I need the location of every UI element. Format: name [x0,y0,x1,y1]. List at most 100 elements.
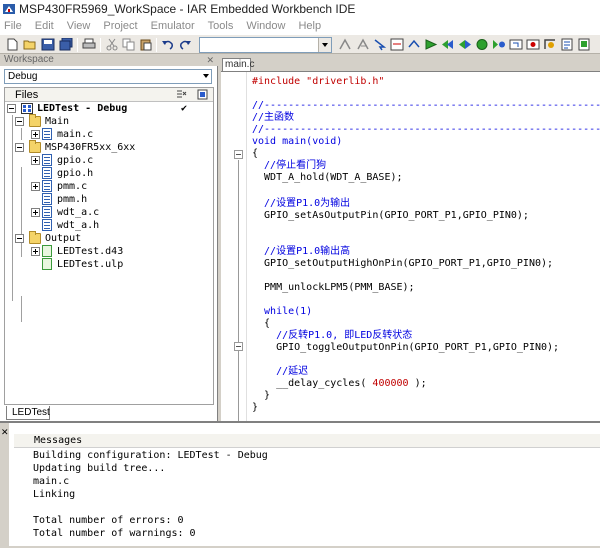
tree-item-folder-output[interactable]: Output [15,231,213,245]
find-icon[interactable] [338,38,352,51]
menu-help[interactable]: Help [298,20,321,32]
code-line: //设置P1.0为输出 [252,198,351,209]
emulator-icon[interactable] [526,38,540,51]
expand-icon[interactable] [31,208,40,217]
configuration-select[interactable]: Debug [4,69,212,84]
tree-item-file[interactable]: main.c [27,128,213,141]
tree-item-label: LEDTest - Debug [37,103,128,114]
fold-marker-icon[interactable] [234,150,243,159]
tree-item-label: Main [45,116,70,127]
find-next-icon[interactable] [356,38,370,51]
code-line: //主函数 [252,112,295,123]
source-file-icon [42,206,52,218]
tree-item-folder-main[interactable]: Main [15,114,213,128]
print-icon[interactable] [82,38,96,51]
find-combo[interactable] [199,37,332,53]
code-line: //--------------------------------------… [252,124,600,135]
tree-item-label: main.c [57,129,94,140]
menu-view[interactable]: View [67,20,91,32]
watch-icon[interactable] [560,38,574,51]
collapse-icon[interactable] [15,234,24,243]
tree-item-file[interactable]: gpio.c [27,154,213,167]
menu-project[interactable]: Project [103,20,137,32]
header-file-icon [42,219,52,231]
make-icon[interactable] [441,38,455,51]
stop-build-icon[interactable] [458,38,472,51]
open-folder-icon[interactable] [23,38,37,51]
workspace-tab-label: LEDTest [12,407,50,418]
editor-gutter [221,72,247,422]
workspace-header: Workspace ✕ [0,54,218,66]
save-icon[interactable] [41,38,55,51]
new-file-icon[interactable] [5,38,19,51]
breakpoints-icon[interactable] [543,38,557,51]
tree-item-file[interactable]: LEDTest.ulp [27,258,213,271]
copy-icon[interactable] [122,38,136,51]
options-column-icon[interactable] [176,89,187,100]
code-line: PMM_unlockLPM5(PMM_BASE); [252,282,415,293]
chevron-down-icon[interactable] [203,74,209,78]
tree-item-project[interactable]: LEDTest - Debug ✔ [7,102,213,115]
paste-icon[interactable] [139,38,153,51]
message-line: main.c [33,476,70,487]
bookmark-column-icon[interactable] [197,89,208,100]
code-line: { [252,318,271,329]
code-line: while(1) [252,306,313,317]
close-icon[interactable]: ✕ [206,54,214,66]
next-bookmark-icon[interactable] [407,38,421,51]
undo-icon[interactable] [161,38,175,51]
tree-item-label: gpio.c [57,155,94,166]
menu-emulator[interactable]: Emulator [151,20,195,32]
menu-edit[interactable]: Edit [35,20,54,32]
go-to-definition-icon[interactable] [373,38,387,51]
tree-item-label: wdt_a.h [57,220,100,231]
toggle-bookmark-icon[interactable] [390,38,404,51]
tree-item-label: Output [45,233,82,244]
expand-icon[interactable] [31,182,40,191]
menu-window[interactable]: Window [246,20,285,32]
register-icon[interactable] [577,38,591,51]
collapse-icon[interactable] [15,143,24,152]
tree-item-file[interactable]: LEDTest.d43 [27,245,213,258]
code-editor[interactable]: #include "driverlib.h" //----------------… [221,71,600,422]
code-line: #include "driverlib.h" [252,76,385,87]
check-icon: ✔ [181,103,188,114]
close-icon[interactable]: ✕ [1,427,9,438]
download-debug-icon[interactable] [492,38,506,51]
menu-file[interactable]: File [4,20,22,32]
chevron-down-icon[interactable] [318,38,331,52]
message-line: Total number of errors: 0 [33,515,184,526]
editor-tab-label: main.c [225,59,255,70]
toggle-breakpoint-icon[interactable] [475,38,489,51]
message-line: Linking [33,489,76,500]
message-line: Total number of warnings: 0 [33,528,196,539]
tree-item-folder-driverlib[interactable]: MSP430FR5xx_6xx [15,140,213,154]
save-all-icon[interactable] [59,38,73,51]
workspace-tab-ledtest[interactable]: LEDTest [6,406,50,420]
code-line: } [252,390,271,401]
tree-item-file[interactable]: wdt_a.h [27,219,213,232]
expand-icon[interactable] [31,247,40,256]
tree-item-file[interactable]: gpio.h [27,167,213,180]
fold-marker-icon[interactable] [234,342,243,351]
collapse-icon[interactable] [15,117,24,126]
editor-tab-main-c[interactable]: main.c [222,58,255,71]
cut-icon[interactable] [105,38,119,51]
code-line: //延迟 [252,366,309,377]
title-bar: MSP430FR5969_WorkSpace - IAR Embedded Wo… [0,0,600,18]
expand-icon[interactable] [31,130,40,139]
collapse-icon[interactable] [7,104,16,113]
tree-item-file[interactable]: wdt_a.c [27,206,213,219]
menu-tools[interactable]: Tools [208,20,234,32]
header-file-icon [42,167,52,179]
folder-icon [29,140,41,153]
tree-item-file[interactable]: pmm.h [27,193,213,206]
tree-item-file[interactable]: pmm.c [27,180,213,193]
source-file-icon [42,128,52,140]
compile-icon[interactable] [424,38,438,51]
project-icon [21,103,33,114]
redo-icon[interactable] [178,38,192,51]
editor-pane: main.c #include "driverlib.h" //---------… [221,54,600,422]
debug-without-download-icon[interactable] [509,38,523,51]
expand-icon[interactable] [31,156,40,165]
